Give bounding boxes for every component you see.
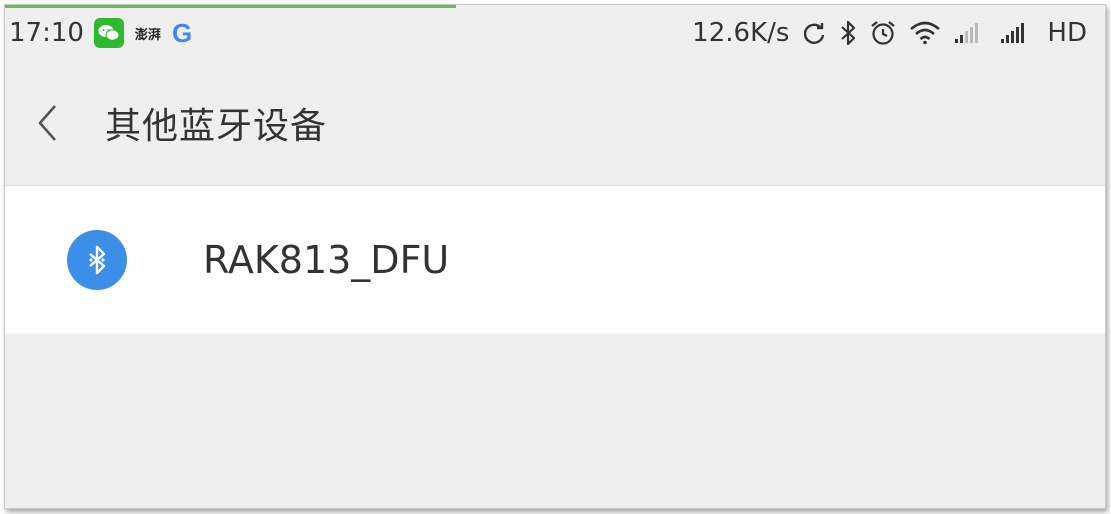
bluetooth-icon: [839, 19, 857, 47]
sync-icon: [801, 20, 827, 46]
network-type-label: HD: [1047, 18, 1087, 48]
page-title: 其他蓝牙设备: [105, 106, 328, 147]
title-bar: 其他蓝牙设备: [5, 61, 1105, 185]
google-icon: G: [171, 17, 193, 48]
status-indicators: 12.6K/s HD: [692, 18, 1087, 48]
network-speed: 12.6K/s: [692, 18, 790, 48]
bluetooth-icon: [67, 230, 127, 290]
signal-weak-icon: [953, 21, 987, 45]
notification-icons: 澎湃 G: [93, 17, 193, 49]
device-name: RAK813_DFU: [203, 238, 450, 282]
wechat-icon: [93, 18, 124, 48]
back-button[interactable]: [35, 93, 75, 153]
signal-strong-icon: [999, 21, 1035, 45]
status-time: 17:10: [9, 18, 84, 48]
device-list-item[interactable]: RAK813_DFU: [5, 186, 1105, 334]
alarm-icon: [869, 19, 897, 47]
chevron-left-icon: [38, 105, 56, 141]
phone-screen: 17:10 澎湃 G 12.6K/s HD 其他蓝牙设备 RAK813_DFU: [4, 4, 1106, 509]
wifi-icon: [909, 21, 941, 45]
news-app-icon: 澎湃: [134, 27, 161, 43]
status-bar: 17:10 澎湃 G 12.6K/s HD: [5, 5, 1105, 61]
